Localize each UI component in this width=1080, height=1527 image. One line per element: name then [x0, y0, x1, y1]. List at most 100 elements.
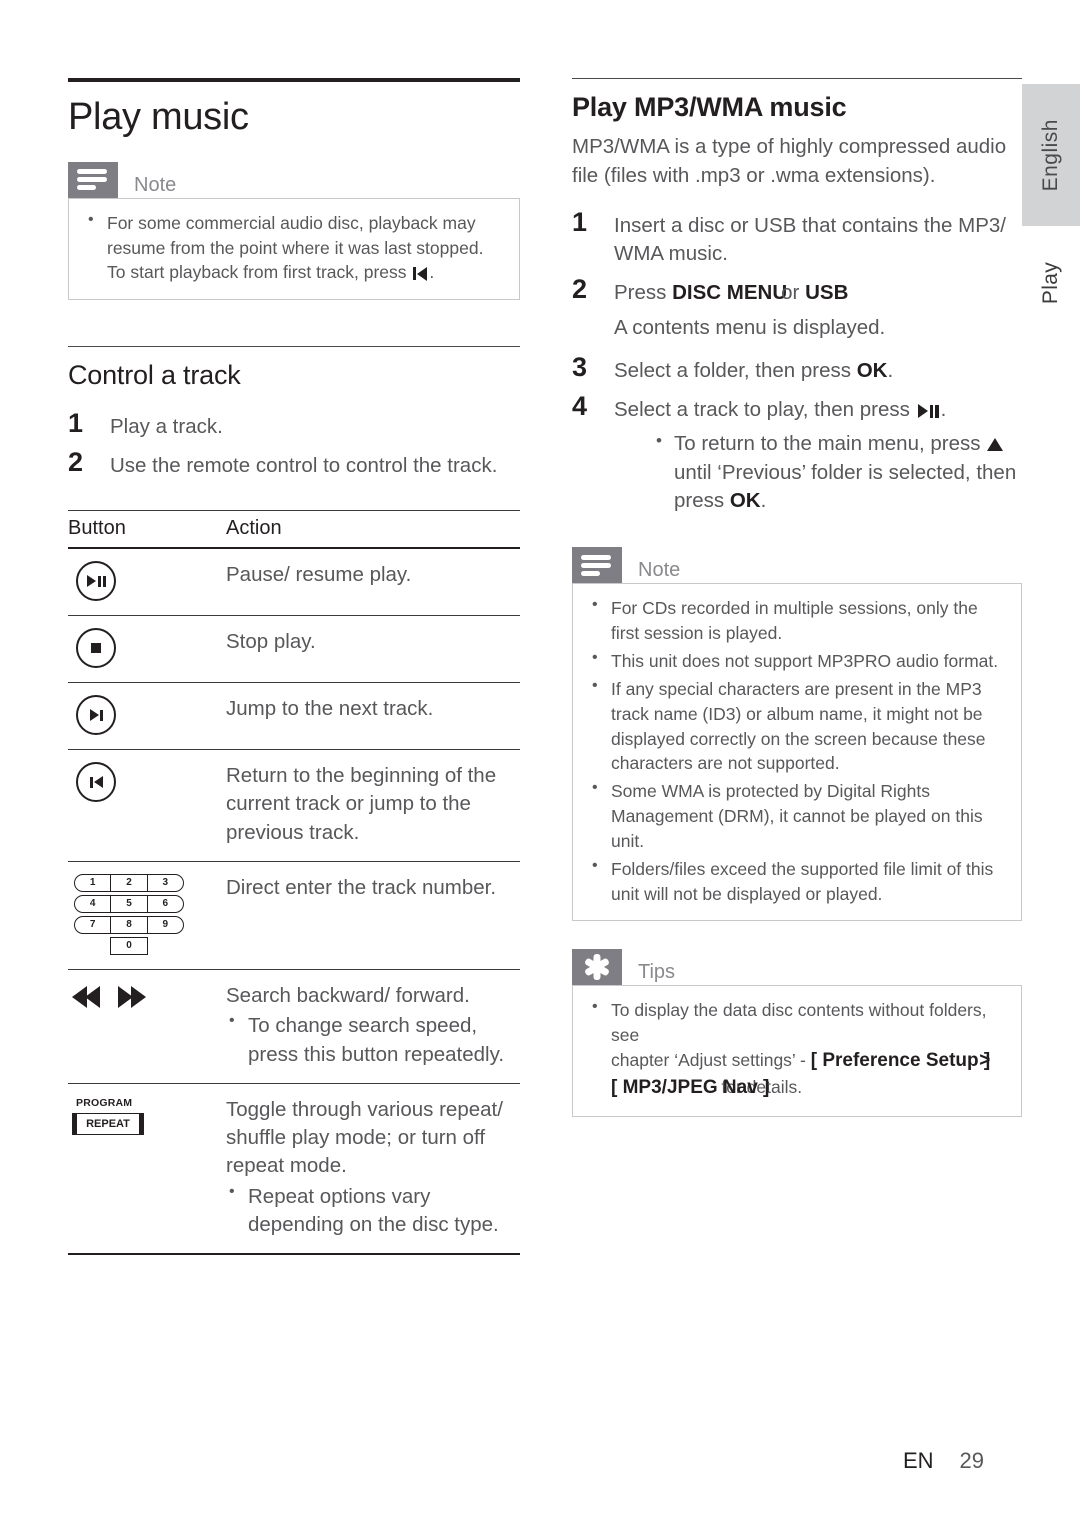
- step-number: 2: [572, 274, 588, 305]
- step-text-suffix: .: [940, 398, 947, 422]
- action-subtext: To change search speed, press this butto…: [226, 1010, 520, 1069]
- list-item: Folders/files exceed the supported file …: [587, 855, 1007, 907]
- table-cell-action: Toggle through various repeat/ shuffle p…: [226, 1083, 520, 1256]
- table-row: Search backward/ forward. To change sear…: [68, 969, 520, 1084]
- list-item: 2 Use the remote control to control the …: [68, 447, 520, 480]
- play-pause-glyph-icon: [917, 404, 939, 419]
- button-action-table: Button Action Pause/ resume play. Stop p…: [68, 510, 520, 1256]
- table-cell-button: [68, 749, 226, 863]
- table-cell-action: Pause/ resume play.: [226, 548, 520, 617]
- ok-keyword: OK: [729, 489, 761, 513]
- table-cell-action: Search backward/ forward. To change sear…: [226, 969, 520, 1084]
- up-arrow-icon: [987, 438, 1004, 452]
- list-item: 1 Insert a disc or USB that contains the…: [572, 207, 1022, 269]
- bullet-suffix: .: [760, 489, 767, 513]
- table-cell-action: Direct enter the track number.: [226, 861, 520, 971]
- note-icon: [572, 547, 622, 584]
- table-header-row: Button Action: [68, 510, 520, 550]
- tips-callout: Tips To display the data disc contents w…: [572, 949, 1022, 1118]
- previous-track-button-icon: [76, 762, 116, 803]
- keypad-key: 1: [75, 875, 112, 892]
- control-track-section: Control a track 1 Play a track. 2 Use th…: [68, 346, 520, 480]
- list-item: 1 Play a track.: [68, 408, 520, 441]
- repeat-button-box: REPEAT: [72, 1113, 144, 1136]
- note-callout-body: For CDs recorded in multiple sessions, o…: [572, 583, 1022, 922]
- keypad-key-zero: 0: [110, 937, 148, 956]
- table-row: Jump to the next track.: [68, 682, 520, 751]
- section-heading: Control a track: [68, 360, 241, 391]
- language-tab-label: English: [1039, 118, 1062, 192]
- keypad-row: 1 2 3: [74, 874, 184, 893]
- note-label: Note: [134, 173, 177, 196]
- mp3jpeg-nav-keyword: [ MP3/JPEG Nav ]: [611, 1077, 770, 1099]
- table-cell-button: [68, 548, 226, 617]
- note-icon: [68, 161, 118, 198]
- program-label: PROGRAM: [76, 1096, 133, 1109]
- tips-callout-body: To display the data disc contents withou…: [572, 985, 1022, 1118]
- step-text: Insert a disc or USB that contains the M…: [614, 213, 1006, 266]
- keypad-key: 8: [111, 917, 148, 934]
- repeat-label: REPEAT: [76, 1113, 140, 1136]
- note-bullet-trailing: .: [429, 262, 435, 283]
- play-pause-button-icon: [76, 561, 116, 602]
- step-text-mid: or: [781, 281, 800, 305]
- usb-keyword: USB: [805, 281, 849, 305]
- page-title: Play music: [68, 96, 249, 138]
- list-item: Some WMA is protected by Digital Rights …: [587, 777, 1007, 854]
- step-number: 3: [572, 351, 588, 382]
- step-text: Play a track.: [110, 414, 223, 438]
- action-text: Pause/ resume play.: [226, 563, 412, 587]
- note-callout-right: Note For CDs recorded in multiple sessio…: [572, 547, 1022, 922]
- ok-keyword: OK: [856, 358, 888, 382]
- action-subtext: Repeat options vary depending on the dis…: [226, 1181, 520, 1240]
- action-text: Toggle through various repeat/ shuffle p…: [226, 1097, 503, 1178]
- table-row: 1 2 3 4 5 6 7 8 9 0 Direct enter the tra…: [68, 861, 520, 971]
- action-text: Stop play.: [226, 630, 316, 654]
- table-row: Pause/ resume play.: [68, 548, 520, 617]
- keypad-key: 4: [75, 896, 112, 913]
- mp3-steps: 1 Insert a disc or USB that contains the…: [572, 207, 1022, 516]
- note-label: Note: [638, 559, 681, 582]
- list-item: 4 Select a track to play, then press .: [572, 391, 1022, 424]
- column-header-button: Button: [68, 510, 226, 550]
- step-text-suffix: .: [887, 358, 894, 382]
- chapter-tab: Play: [1022, 262, 1080, 304]
- preference-setup-keyword: [ Preference Setup ]: [810, 1050, 991, 1072]
- step4-bullets: To return to the main menu, press until …: [614, 429, 1022, 515]
- numeric-keypad-icon: 1 2 3 4 5 6 7 8 9 0: [74, 874, 218, 956]
- list-item: For some commercial audio disc, playback…: [83, 209, 505, 286]
- subtitle-rule: [572, 78, 1022, 79]
- table-cell-button: [68, 682, 226, 751]
- page-footer: EN 29: [0, 1448, 1022, 1474]
- stop-button-icon: [76, 628, 116, 669]
- list-item: If any special characters are present in…: [587, 675, 1007, 776]
- next-track-button-icon: [76, 695, 116, 736]
- bullet-mid: until ‘Previous’ folder is selected, the…: [674, 460, 1017, 513]
- step-number: 4: [572, 391, 588, 422]
- note-callout-header: Note: [68, 161, 520, 198]
- manual-page: Play music Note For some commercial audi…: [0, 0, 1080, 1527]
- step-number: 1: [68, 407, 84, 438]
- title-rule: [68, 78, 520, 82]
- section-title-mp3: Play MP3/WMA music: [572, 92, 847, 122]
- step-text: Select a folder, then press OK.: [614, 352, 893, 385]
- keypad-row: 7 8 9: [74, 916, 184, 935]
- keypad-row: 4 5 6: [74, 895, 184, 914]
- keypad-key: 6: [162, 898, 169, 910]
- step-substep: A contents menu is displayed.: [614, 315, 886, 339]
- control-track-steps: 1 Play a track. 2 Use the remote control…: [68, 408, 520, 481]
- table-cell-action: Jump to the next track.: [226, 682, 520, 751]
- table-cell-action: Return to the beginning of the current t…: [226, 749, 520, 863]
- tips-line1: To display the data disc contents withou…: [611, 1000, 987, 1046]
- keypad-key: 5: [111, 896, 148, 913]
- step-text: Use the remote control to control the tr…: [110, 453, 498, 477]
- tips-line2-prefix: chapter ‘Adjust settings’ -: [611, 1050, 811, 1071]
- chapter-tab-label: Play: [1039, 262, 1062, 305]
- tips-label: Tips: [638, 961, 676, 984]
- keypad-key: 9: [162, 919, 169, 931]
- table-row: Stop play.: [68, 615, 520, 684]
- action-text: Jump to the next track.: [226, 697, 434, 721]
- fast-forward-icon: [118, 986, 146, 1009]
- column-header-action: Action: [226, 510, 520, 550]
- step-text-prefix: Press: [614, 281, 673, 305]
